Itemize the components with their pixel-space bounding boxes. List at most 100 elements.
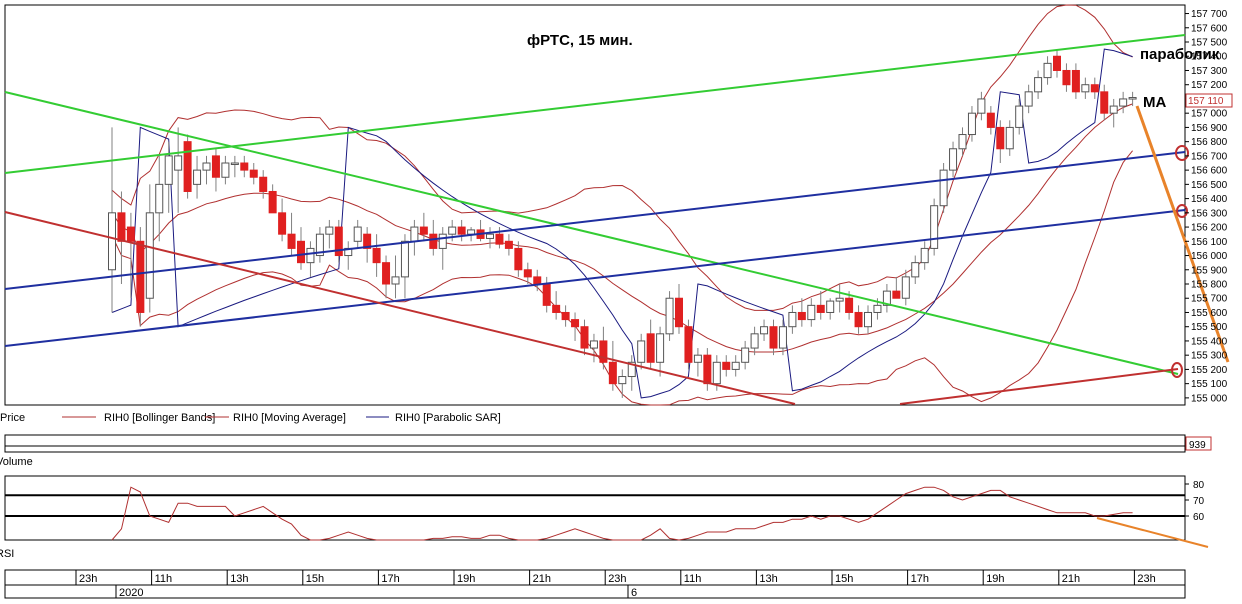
- candle-up[interactable]: [901, 276, 910, 299]
- candle-down[interactable]: [703, 354, 712, 385]
- candle-down[interactable]: [1062, 69, 1071, 86]
- candle-up[interactable]: [939, 169, 948, 207]
- candle-down[interactable]: [372, 247, 381, 264]
- candle-up[interactable]: [693, 354, 702, 363]
- candle-down[interactable]: [533, 276, 542, 285]
- candle-down[interactable]: [684, 326, 693, 363]
- candle-up[interactable]: [145, 212, 154, 299]
- candle-down[interactable]: [845, 297, 854, 313]
- candle-up[interactable]: [306, 247, 315, 264]
- candle-down[interactable]: [722, 361, 731, 370]
- candle-up[interactable]: [1081, 84, 1090, 93]
- candle-up[interactable]: [202, 162, 211, 171]
- candle-down[interactable]: [854, 311, 863, 328]
- candle-down[interactable]: [1090, 84, 1099, 93]
- candle-down[interactable]: [986, 112, 995, 128]
- candle-up[interactable]: [656, 333, 665, 363]
- candle-up[interactable]: [750, 333, 759, 349]
- candle-up[interactable]: [618, 376, 627, 385]
- candle-down[interactable]: [457, 226, 466, 235]
- candle-down[interactable]: [419, 226, 428, 235]
- candle-down[interactable]: [429, 233, 438, 249]
- candle-down[interactable]: [816, 304, 825, 313]
- candle-up[interactable]: [1109, 105, 1118, 114]
- candle-up[interactable]: [325, 226, 334, 235]
- candle-down[interactable]: [797, 311, 806, 321]
- candle-down[interactable]: [892, 290, 901, 299]
- candle-down[interactable]: [542, 283, 551, 306]
- candle-down[interactable]: [523, 269, 532, 278]
- candle-up[interactable]: [778, 326, 787, 349]
- candle-up[interactable]: [1043, 62, 1052, 79]
- candle-down[interactable]: [769, 326, 778, 349]
- candle-up[interactable]: [826, 300, 835, 313]
- candle-up[interactable]: [353, 226, 362, 242]
- candle-down[interactable]: [117, 212, 126, 242]
- candle-up[interactable]: [864, 311, 872, 328]
- candle-up[interactable]: [230, 162, 239, 166]
- candle-down[interactable]: [608, 361, 617, 385]
- candle-up[interactable]: [873, 304, 882, 313]
- candle-up[interactable]: [930, 205, 939, 249]
- candle-up[interactable]: [438, 233, 447, 249]
- candle-down[interactable]: [240, 162, 249, 171]
- candle-down[interactable]: [552, 304, 561, 313]
- candle-down[interactable]: [996, 126, 1005, 150]
- candle-up[interactable]: [448, 226, 457, 235]
- candle-down[interactable]: [382, 262, 391, 285]
- candle-down[interactable]: [183, 141, 192, 192]
- candle-up[interactable]: [391, 276, 400, 285]
- candle-down[interactable]: [259, 176, 268, 192]
- candle-down[interactable]: [675, 297, 683, 328]
- candle-up[interactable]: [155, 183, 164, 214]
- candle-down[interactable]: [599, 340, 608, 363]
- candle-up[interactable]: [712, 361, 721, 385]
- candle-down[interactable]: [646, 333, 655, 363]
- candle-up[interactable]: [1128, 97, 1137, 100]
- candle-down[interactable]: [1053, 55, 1061, 71]
- candle-up[interactable]: [174, 155, 183, 171]
- candle-up[interactable]: [741, 347, 750, 363]
- candle-down[interactable]: [1071, 69, 1080, 93]
- candle-down[interactable]: [287, 233, 296, 249]
- candle-up[interactable]: [977, 98, 986, 114]
- candle-up[interactable]: [108, 212, 116, 271]
- candle-up[interactable]: [807, 304, 816, 321]
- candle-up[interactable]: [1119, 98, 1128, 107]
- candle-up[interactable]: [967, 112, 976, 136]
- candle-up[interactable]: [911, 262, 920, 278]
- candle-up[interactable]: [835, 297, 844, 302]
- candle-down[interactable]: [249, 169, 258, 178]
- candle-down[interactable]: [514, 247, 523, 271]
- candle-down[interactable]: [561, 311, 570, 321]
- candle-up[interactable]: [164, 155, 173, 185]
- candle-up[interactable]: [221, 162, 230, 178]
- candle-up[interactable]: [788, 311, 797, 328]
- candle-up[interactable]: [400, 240, 409, 278]
- candle-up[interactable]: [1015, 105, 1024, 128]
- candle-up[interactable]: [760, 326, 769, 335]
- candle-down[interactable]: [136, 240, 145, 313]
- candle-up[interactable]: [1005, 126, 1014, 150]
- candle-up[interactable]: [731, 361, 740, 370]
- candle-up[interactable]: [193, 169, 202, 185]
- candle-up[interactable]: [1034, 77, 1043, 93]
- candle-up[interactable]: [665, 297, 674, 335]
- candle-down[interactable]: [1100, 91, 1109, 114]
- candle-down[interactable]: [126, 226, 135, 242]
- candle-down[interactable]: [297, 240, 305, 264]
- candle-up[interactable]: [410, 226, 419, 242]
- candle-up[interactable]: [949, 148, 958, 171]
- candle-up[interactable]: [589, 340, 598, 349]
- candle-down[interactable]: [504, 240, 513, 249]
- candle-up[interactable]: [958, 134, 967, 150]
- candle-up[interactable]: [920, 247, 929, 264]
- candle-down[interactable]: [580, 326, 589, 349]
- candle-down[interactable]: [278, 212, 287, 235]
- candle-down[interactable]: [268, 190, 277, 214]
- candle-down[interactable]: [211, 155, 220, 178]
- candle-up[interactable]: [637, 340, 646, 363]
- candle-down[interactable]: [495, 233, 504, 245]
- candle-up[interactable]: [1024, 91, 1033, 107]
- candle-up[interactable]: [486, 233, 494, 239]
